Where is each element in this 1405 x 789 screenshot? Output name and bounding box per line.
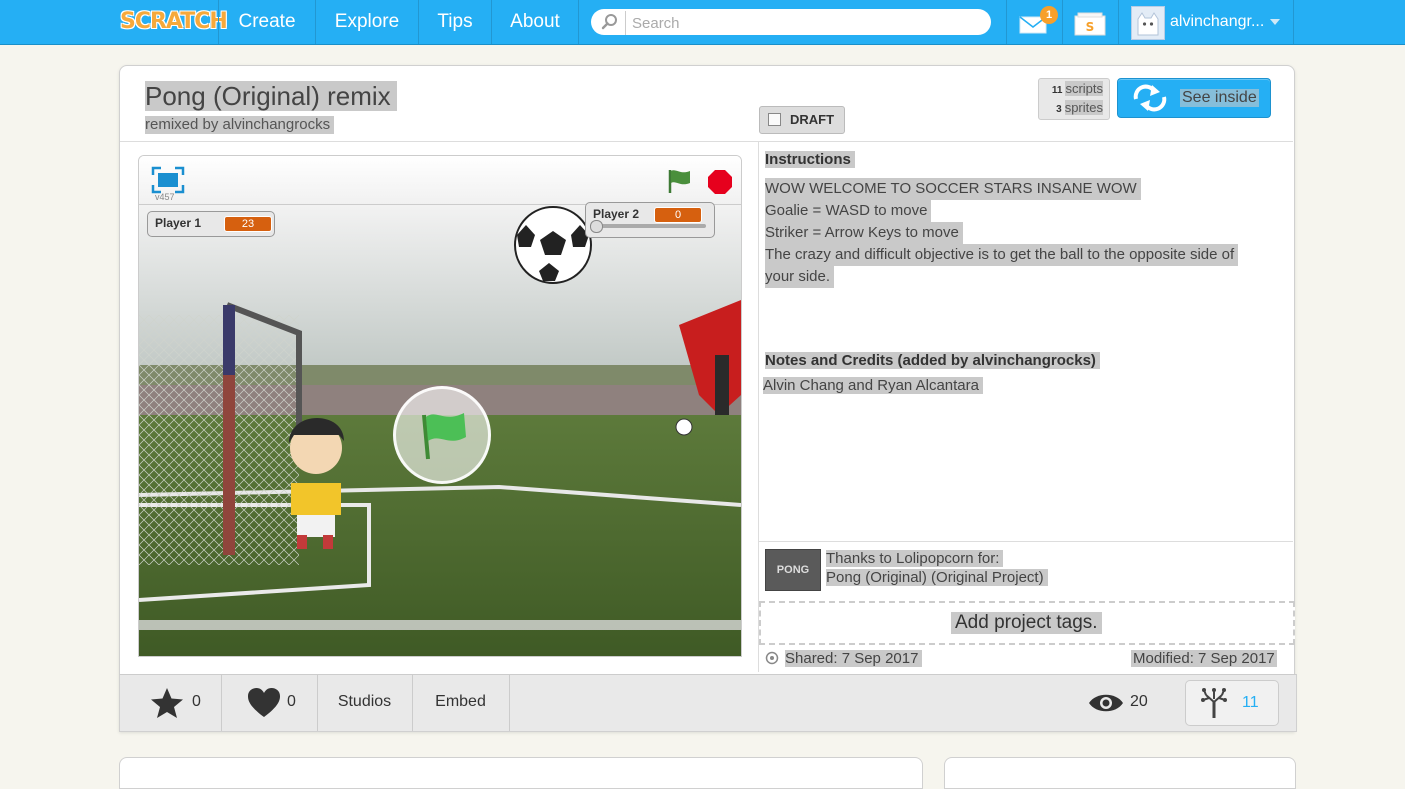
remix-thanks: Thanks to Lolipopcorn for: (826, 550, 1004, 567)
draft-label: DRAFT (790, 112, 835, 127)
instructions-line[interactable]: Goalie = WASD to move (765, 200, 932, 222)
draft-toggle[interactable]: DRAFT (759, 106, 845, 134)
original-project-link[interactable]: Pong (Original) (Original Project) (826, 569, 1048, 586)
remix-arrows-icon (1133, 84, 1167, 112)
instructions-line[interactable]: The crazy and difficult objective is to … (765, 244, 1239, 266)
comments-panel (119, 757, 923, 789)
see-inside-label: See inside (1180, 89, 1259, 107)
love-button[interactable]: 0 (221, 675, 318, 731)
user-avatar[interactable] (1131, 6, 1165, 40)
nav-explore[interactable]: Explore (315, 0, 418, 44)
remix-tree-button[interactable]: 11 (1185, 680, 1279, 726)
player2-value: 0 (654, 207, 702, 223)
remix-count: 11 (1242, 694, 1259, 711)
player2-slider-knob[interactable] (590, 220, 603, 233)
stage[interactable]: Player 1 23 Player 2 0 (139, 202, 741, 656)
player2-monitor: Player 2 0 (585, 202, 715, 238)
nav-tips[interactable]: Tips (418, 0, 491, 44)
remix-tree-icon (1201, 688, 1227, 718)
sprites-count: 3 (1056, 104, 1062, 115)
notes-credits[interactable]: Alvin Chang and Ryan Alcantara (763, 377, 983, 394)
nav-divider (1006, 0, 1007, 44)
instructions-line[interactable]: WOW WELCOME TO SOCCER STARS INSANE WOW (765, 178, 1141, 200)
instructions-heading: Instructions (765, 151, 855, 168)
scratch-logo[interactable]: SCRATCH (120, 6, 228, 38)
sprites-stat: 3 sprites (1056, 99, 1103, 117)
player-version: v457 (155, 192, 175, 202)
draft-checkbox[interactable] (768, 113, 781, 126)
scripts-count: 11 (1051, 85, 1063, 96)
shared-date: Shared: 7 Sep 2017 (785, 650, 923, 667)
nav-divider (1293, 0, 1294, 44)
original-project-thumbnail[interactable]: PONG (765, 549, 821, 591)
scripts-label: scripts (1065, 81, 1103, 96)
my-stuff-icon[interactable]: S (1072, 8, 1108, 38)
project-action-bar: 0 0 Studios Embed 20 11 (119, 674, 1297, 732)
studios-label: Studios (337, 693, 392, 710)
embed-label: Embed (435, 693, 486, 710)
nav-create[interactable]: Create (218, 0, 315, 44)
remix-divider (759, 541, 1293, 542)
svg-text:S: S (1086, 20, 1095, 34)
project-title[interactable]: Pong (Original) remix (145, 81, 397, 111)
start-green-flag-button[interactable] (393, 386, 491, 484)
project-player: v457 Player 1 23 Player 2 0 (138, 155, 742, 657)
modified-date: Modified: 7 Sep 2017 (1131, 650, 1277, 667)
scripts-stat: 11 scripts (1052, 80, 1103, 98)
player2-slider-track[interactable] (594, 224, 706, 228)
project-stats: 11 scripts 3 sprites (1038, 78, 1110, 120)
star-icon (151, 688, 183, 718)
add-tags-label: Add project tags. (951, 612, 1102, 634)
username[interactable]: alvinchangr... (1170, 0, 1264, 44)
fullscreen-icon[interactable] (151, 166, 185, 194)
search-box (591, 9, 991, 35)
nav-divider (1062, 0, 1063, 44)
nav-divider (1118, 0, 1119, 44)
notes-heading: Notes and Credits (added by alvinchangro… (765, 352, 1100, 369)
stop-icon[interactable] (707, 169, 733, 195)
views-count: 20 (1130, 693, 1148, 710)
top-navbar: SCRATCH Create Explore Tips About 1 S al… (0, 0, 1405, 45)
project-tags-box[interactable]: Add project tags. (759, 601, 1295, 645)
chevron-down-icon[interactable] (1270, 19, 1280, 25)
favorite-count: 0 (192, 693, 201, 710)
player1-label: Player 1 (155, 216, 202, 230)
player1-value: 23 (224, 216, 272, 232)
eye-icon (1089, 694, 1123, 712)
green-flag-icon[interactable] (666, 167, 694, 195)
remixed-by: remixed by alvinchangrocks (145, 116, 335, 134)
green-flag-icon (422, 413, 466, 460)
see-inside-button[interactable]: See inside (1117, 78, 1271, 118)
instructions-line[interactable]: Striker = Arrow Keys to move (765, 222, 963, 244)
shared-icon (765, 651, 779, 665)
studios-panel (944, 757, 1296, 789)
player2-label: Player 2 (593, 207, 640, 221)
studios-button[interactable]: Studios (317, 675, 413, 731)
nav-about[interactable]: About (491, 0, 579, 44)
messages-badge: 1 (1040, 6, 1058, 24)
heart-icon (248, 688, 280, 717)
player1-monitor: Player 1 23 (147, 211, 275, 237)
instructions-line[interactable]: your side. (765, 266, 835, 288)
sprites-label: sprites (1064, 100, 1103, 115)
player-controls-bar: v457 (139, 156, 741, 205)
search-input[interactable] (625, 11, 990, 35)
favorite-button[interactable]: 0 (120, 675, 222, 731)
embed-button[interactable]: Embed (412, 675, 510, 731)
love-count: 0 (287, 693, 296, 710)
search-icon[interactable] (601, 13, 619, 31)
